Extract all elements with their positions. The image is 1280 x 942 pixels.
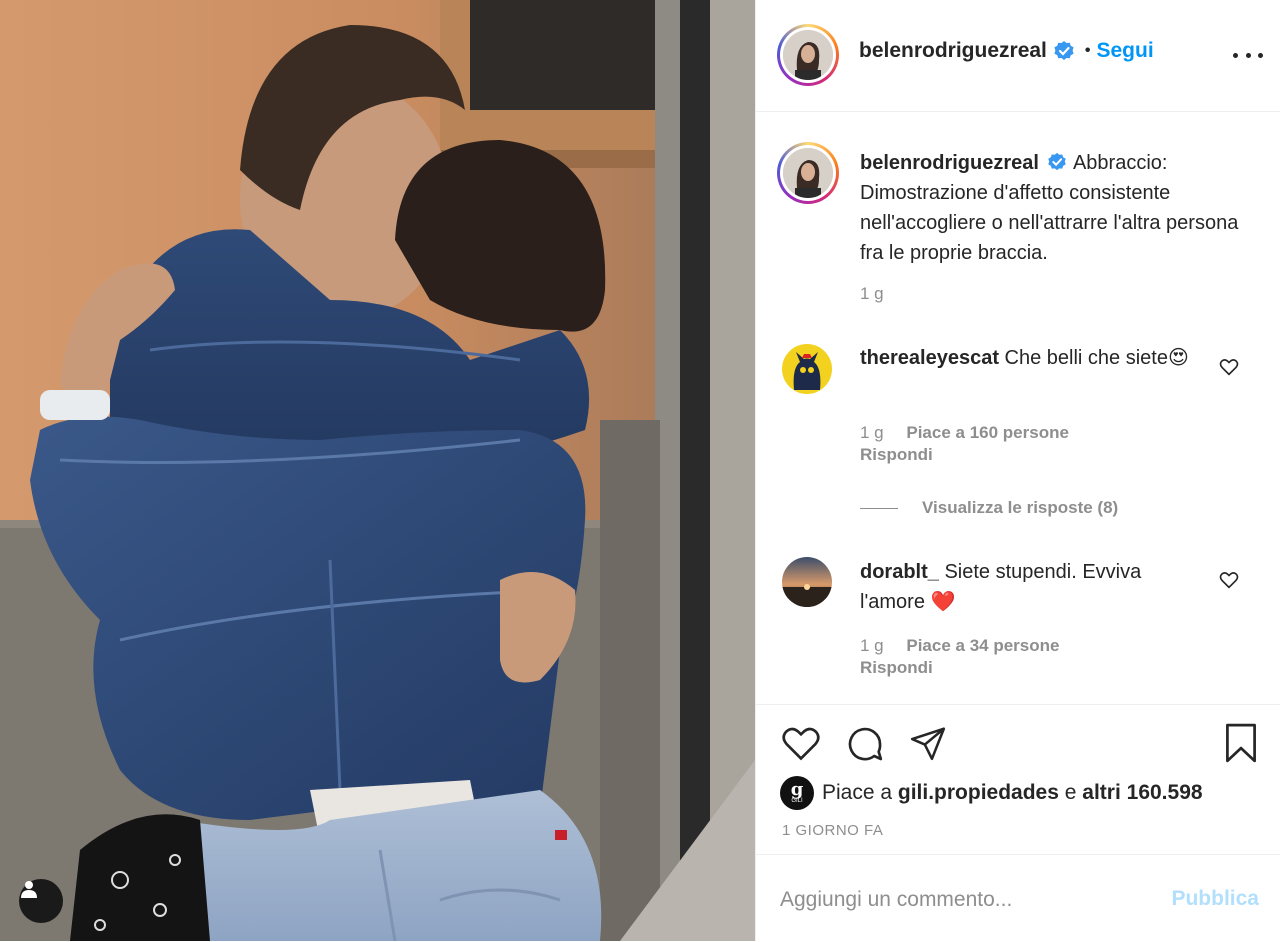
likes-conj: e (1064, 781, 1077, 804)
reply-button[interactable]: Rispondi (860, 658, 933, 678)
heart-eyes-emoji: 😍 (1167, 347, 1189, 369)
comment-body: therealeyescat Che belli che siete😍 (860, 343, 1190, 373)
caption-author-username[interactable]: belenrodriguezreal (860, 152, 1039, 174)
comments-list[interactable]: belenrodriguezreal Abbraccio: Dimostrazi… (756, 112, 1280, 704)
like-heart-icon[interactable] (781, 725, 821, 762)
commenter-avatar[interactable] (782, 344, 832, 394)
likes-others-link[interactable]: altri 160.598 (1082, 781, 1202, 805)
tagged-users-button[interactable] (19, 879, 63, 923)
view-replies-label: Visualizza le risposte (8) (922, 498, 1119, 517)
commenter-avatar[interactable] (782, 557, 832, 607)
reply-button[interactable]: Rispondi (860, 445, 933, 465)
publish-button[interactable]: Pubblica (1171, 887, 1259, 911)
like-comment-heart-icon[interactable] (1219, 571, 1239, 589)
liker-avatar[interactable]: g GILI (780, 776, 814, 810)
sunset-avatar-image (782, 557, 832, 607)
post-header: belenrodriguezreal • Segui (756, 0, 1280, 112)
red-heart-emoji: ❤️ (930, 591, 956, 613)
verified-badge-icon (1047, 152, 1066, 170)
author-avatar[interactable] (777, 24, 839, 86)
cat-avatar-image (782, 344, 832, 394)
comment-input[interactable] (780, 883, 1160, 917)
comment-composer: Pubblica (756, 854, 1280, 942)
likes-summary: g GILI Piace a gili.propiedades e altri … (780, 776, 1203, 810)
caption: belenrodriguezreal Abbraccio: Dimostrazi… (860, 148, 1260, 268)
person-icon (21, 881, 37, 898)
comment-likes-link[interactable]: Piace a 34 persone (906, 636, 1059, 655)
comment-body: dorablt_ Siete stupendi. Evviva l'amore … (860, 557, 1190, 617)
caption-author-avatar[interactable] (777, 142, 839, 204)
caption-avatar-image (783, 148, 833, 198)
more-options-icon[interactable] (1233, 45, 1263, 65)
comment-time: 1 g (860, 423, 884, 442)
couple-hug-photo (0, 0, 755, 941)
liker-avatar-sub: GILI (791, 798, 803, 804)
header-separator: • (1084, 42, 1091, 59)
like-comment-heart-icon[interactable] (1219, 358, 1239, 376)
comment-meta: 1 g Piace a 160 persone (860, 423, 1069, 443)
verified-badge-icon (1054, 41, 1074, 60)
post-side-panel: belenrodriguezreal • Segui belenrodrigue… (755, 0, 1280, 941)
post-timestamp: 1 GIORNO FA (782, 822, 884, 839)
comment-time: 1 g (860, 636, 884, 655)
commenter-username[interactable]: dorablt_ (860, 561, 939, 583)
comment-bubble-icon[interactable] (845, 724, 885, 764)
save-bookmark-icon[interactable] (1224, 722, 1258, 764)
commenter-username[interactable]: therealeyescat (860, 347, 999, 369)
author-avatar-image (783, 30, 833, 80)
liker-username[interactable]: gili.propiedades (898, 781, 1059, 805)
author-username[interactable]: belenrodriguezreal (859, 39, 1047, 63)
post-actions: g GILI Piace a gili.propiedades e altri … (756, 704, 1280, 855)
caption-time: 1 g (860, 284, 884, 303)
comment-text: Che belli che siete (1004, 347, 1168, 369)
comment-meta: 1 g Piace a 34 persone (860, 636, 1059, 656)
follow-button[interactable]: Segui (1097, 39, 1154, 63)
replies-line (860, 507, 898, 509)
liker-avatar-letter: g (790, 779, 804, 800)
comment-likes-link[interactable]: Piace a 160 persone (906, 423, 1069, 442)
share-paper-plane-icon[interactable] (908, 724, 948, 762)
view-replies-button[interactable]: Visualizza le risposte (8) (860, 498, 1118, 518)
instagram-post: belenrodriguezreal • Segui belenrodrigue… (0, 0, 1280, 941)
likes-prefix: Piace a (822, 781, 893, 804)
post-photo[interactable] (0, 0, 755, 941)
